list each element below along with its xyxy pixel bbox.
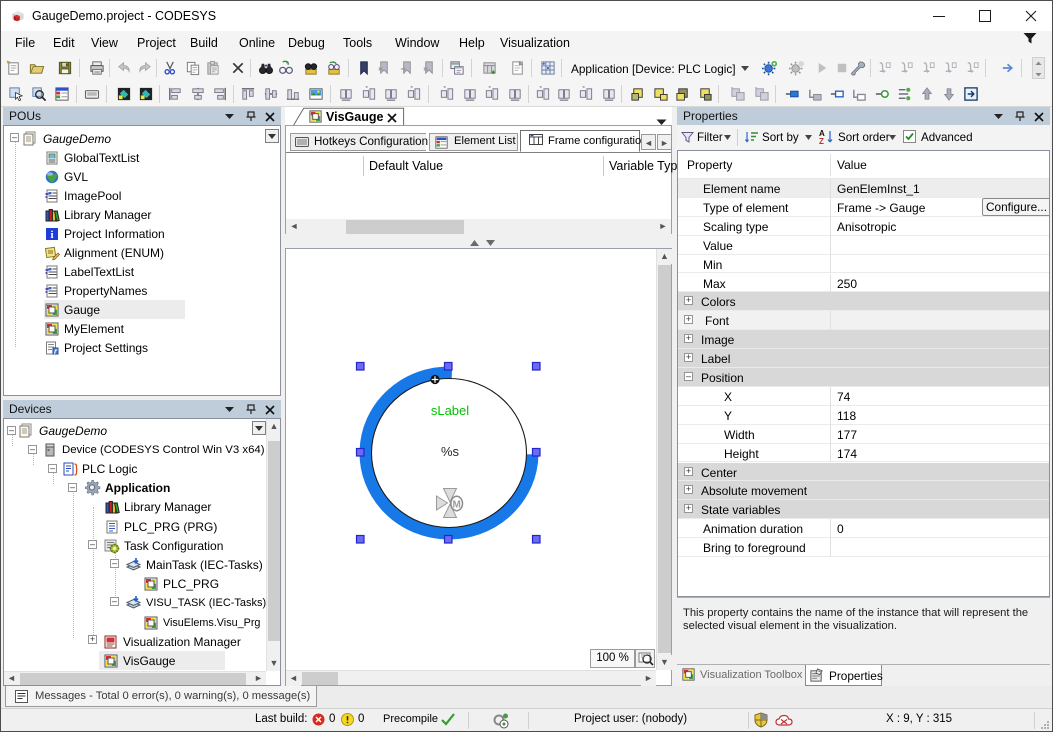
svg-text:Z: Z <box>819 137 824 145</box>
svg-text:i: i <box>50 229 53 241</box>
svg-text:%s: %s <box>441 444 460 459</box>
svg-text:M: M <box>453 500 461 511</box>
svg-text:sLabel: sLabel <box>431 403 469 418</box>
